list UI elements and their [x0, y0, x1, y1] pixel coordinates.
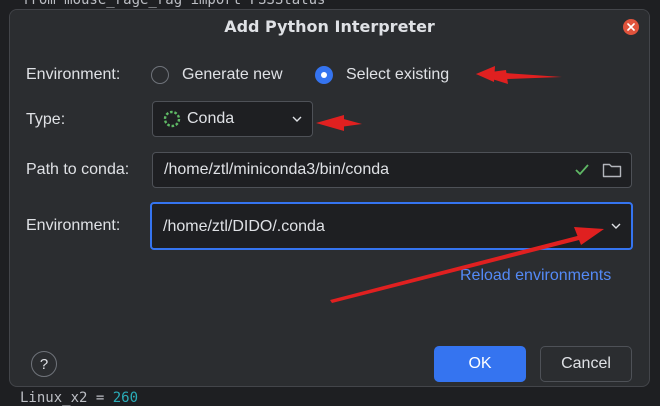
- type-label: Type:: [26, 111, 66, 128]
- chevron-down-icon: [611, 223, 621, 229]
- generate-new-radio[interactable]: [151, 66, 169, 84]
- dialog-title: Add Python Interpreter: [224, 17, 435, 36]
- editor-code-prefix: Linux_x2 =: [20, 390, 113, 406]
- ok-button[interactable]: OK: [434, 346, 526, 382]
- select-existing-radio[interactable]: [315, 66, 333, 84]
- type-value: Conda: [187, 110, 235, 127]
- editor-code-line-top: from mouse_rage_rag import FSSStatus: [22, 0, 326, 8]
- editor-background-bottom: Linux_x2 = 260: [0, 386, 660, 406]
- select-existing-label[interactable]: Select existing: [346, 66, 449, 84]
- path-to-conda-value: /home/ztl/miniconda3/bin/conda: [164, 161, 390, 178]
- environment-value: /home/ztl/DIDO/.conda: [163, 218, 325, 235]
- close-button[interactable]: [623, 19, 639, 35]
- editor-code-line-bottom: Linux_x2 = 260: [20, 390, 138, 406]
- editor-code-number: 260: [112, 390, 139, 406]
- environment-combobox[interactable]: /home/ztl/DIDO/.conda: [150, 202, 633, 250]
- conda-spinner-icon: [163, 110, 181, 128]
- folder-icon[interactable]: [602, 162, 622, 178]
- check-icon: [575, 164, 589, 176]
- environment-label: Environment:: [26, 217, 121, 234]
- type-combobox[interactable]: Conda: [152, 101, 313, 137]
- chevron-down-icon: [292, 116, 302, 122]
- close-icon: [627, 23, 635, 31]
- path-to-conda-label: Path to conda:: [26, 161, 130, 178]
- help-icon: ?: [39, 355, 49, 373]
- add-python-interpreter-dialog: Add Python Interpreter Environment: Gene…: [9, 9, 650, 387]
- radio-selected-dot: [321, 72, 327, 78]
- dialog-titlebar: Add Python Interpreter: [10, 10, 649, 44]
- cancel-button[interactable]: Cancel: [540, 346, 632, 382]
- reload-environments-link[interactable]: Reload environments: [460, 267, 611, 285]
- path-to-conda-field[interactable]: /home/ztl/miniconda3/bin/conda: [152, 152, 632, 188]
- environment-mode-label: Environment:: [26, 66, 121, 83]
- generate-new-label[interactable]: Generate new: [182, 66, 283, 84]
- help-button[interactable]: ?: [31, 351, 57, 377]
